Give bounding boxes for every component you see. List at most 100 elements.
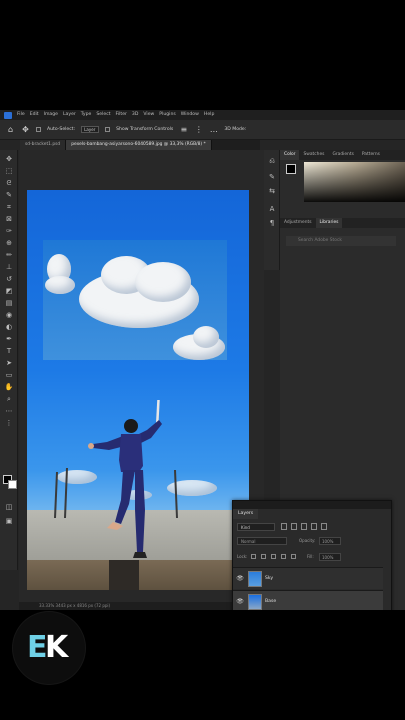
- stamp-icon[interactable]: ⊥: [4, 262, 14, 272]
- smart-object-filter-icon[interactable]: [321, 523, 327, 530]
- layers-panel-header[interactable]: [233, 501, 391, 509]
- layer-row-base[interactable]: 👁 Base: [233, 590, 383, 610]
- opacity-input[interactable]: 100%: [319, 537, 341, 545]
- layer-kind-filter[interactable]: Kind: [237, 523, 275, 531]
- menu-view[interactable]: View: [143, 110, 154, 120]
- blur-icon[interactable]: ◉: [4, 310, 14, 320]
- shape-icon[interactable]: ▭: [4, 370, 14, 380]
- frame-icon[interactable]: ⊠: [4, 214, 14, 224]
- pixel-filter-icon[interactable]: [281, 523, 287, 530]
- shape-filter-icon[interactable]: [311, 523, 317, 530]
- cloud: [135, 262, 191, 302]
- pen-icon[interactable]: ✒: [4, 334, 14, 344]
- menu-edit[interactable]: Edit: [30, 110, 39, 120]
- lasso-icon[interactable]: ᘓ: [4, 178, 14, 188]
- tab-adjustments[interactable]: Adjustments: [280, 218, 316, 228]
- properties-icon[interactable]: ⇆: [267, 186, 277, 196]
- lock-all-icon[interactable]: [291, 554, 296, 559]
- crop-icon[interactable]: ⌗: [4, 202, 14, 212]
- blend-mode-dropdown[interactable]: Normal: [237, 537, 287, 545]
- lock-transparency-icon[interactable]: [251, 554, 256, 559]
- opacity-label: Opacity:: [299, 538, 316, 543]
- history-brush-icon[interactable]: ↺: [4, 274, 14, 284]
- video-frame: File Edit Image Layer Type Select Filter…: [0, 0, 405, 720]
- tab-document-2[interactable]: pexels-bambang-asiyarsono-6040589.jpg @ …: [66, 140, 212, 150]
- tools-panel: ✥ ⬚ ᘓ ✎ ⌗ ⊠ ✑ ⊕ ✏ ⊥ ↺ ◩ ▤ ◉ ◐ ✒ T ➤ ▭ ✋ …: [0, 150, 18, 570]
- distribute-icon[interactable]: ⋮: [194, 125, 203, 134]
- menu-plugins[interactable]: Plugins: [159, 110, 175, 120]
- auto-select-checkbox[interactable]: [36, 127, 41, 132]
- menu-filter[interactable]: Filter: [116, 110, 127, 120]
- tab-layers[interactable]: Layers: [233, 509, 259, 519]
- color-panel-foreground-swatch[interactable]: [286, 164, 296, 174]
- visibility-eye-icon[interactable]: 👁: [236, 598, 244, 606]
- paragraph-icon[interactable]: ¶: [267, 218, 277, 228]
- screen-mode-icon[interactable]: ▣: [4, 516, 14, 526]
- lock-pixels-icon[interactable]: [261, 554, 266, 559]
- eraser-icon[interactable]: ◩: [4, 286, 14, 296]
- menu-select[interactable]: Select: [96, 110, 110, 120]
- dodge-icon[interactable]: ◐: [4, 322, 14, 332]
- menu-help[interactable]: Help: [204, 110, 214, 120]
- menu-file[interactable]: File: [17, 110, 25, 120]
- adjustment-filter-icon[interactable]: [291, 523, 297, 530]
- document-canvas[interactable]: [27, 190, 249, 590]
- tab-document-1[interactable]: sd-bracket1.psd: [20, 140, 67, 150]
- tab-libraries[interactable]: Libraries: [315, 218, 343, 228]
- brush-icon[interactable]: ✏: [4, 250, 14, 260]
- transform-controls-checkbox[interactable]: [105, 127, 111, 132]
- foreground-background-colors[interactable]: [3, 475, 17, 489]
- background-color-swatch[interactable]: [8, 480, 17, 489]
- menu-3d[interactable]: 3D: [132, 110, 138, 120]
- brush-settings-icon[interactable]: ✎: [267, 172, 277, 182]
- options-bar: ⌂ ✥ Auto-Select: Layer Show Transform Co…: [0, 120, 405, 140]
- lock-position-icon[interactable]: [271, 554, 276, 559]
- tab-patterns[interactable]: Patterns: [358, 150, 384, 160]
- layers-panel: Layers Kind Normal Opacity: 100% Lock: F…: [232, 500, 392, 610]
- panel-icon-strip: ⎌ ✎ ⇆ A ¶: [264, 150, 280, 270]
- type-filter-icon[interactable]: [301, 523, 307, 530]
- fill-input[interactable]: 100%: [319, 553, 341, 561]
- sky-layer-selection[interactable]: [43, 240, 227, 360]
- menu-layer[interactable]: Layer: [63, 110, 76, 120]
- align-icon[interactable]: ≡: [179, 125, 188, 134]
- layer-name[interactable]: Sky: [265, 575, 273, 583]
- pedestal-block: [109, 560, 139, 590]
- path-select-icon[interactable]: ➤: [4, 358, 14, 368]
- auto-select-dropdown[interactable]: Layer: [81, 126, 100, 133]
- character-icon[interactable]: A: [267, 204, 277, 214]
- lock-icons: [251, 554, 296, 559]
- marquee-icon[interactable]: ⬚: [4, 166, 14, 176]
- hand-icon[interactable]: ✋: [4, 382, 14, 392]
- edit-toolbar-icon[interactable]: ⋮: [4, 418, 14, 428]
- type-icon[interactable]: T: [4, 346, 14, 356]
- zoom-icon[interactable]: ⌕: [4, 394, 14, 404]
- logo-letter-k: K: [45, 630, 69, 665]
- tab-gradients[interactable]: Gradients: [328, 150, 357, 160]
- visibility-eye-icon[interactable]: 👁: [236, 575, 244, 583]
- menu-type[interactable]: Type: [81, 110, 92, 120]
- more-tools-icon[interactable]: ⋯: [4, 406, 14, 416]
- layer-row-sky[interactable]: 👁 Sky: [233, 567, 383, 589]
- canvas-area[interactable]: [19, 150, 264, 610]
- libraries-search-input[interactable]: Search Adobe Stock: [286, 236, 396, 246]
- more-icon[interactable]: …: [209, 125, 218, 134]
- history-panel-icon[interactable]: ⎌: [267, 156, 277, 166]
- color-picker-field[interactable]: [304, 162, 405, 202]
- eyedropper-icon[interactable]: ✑: [4, 226, 14, 236]
- auto-select-label: Auto-Select:: [47, 127, 76, 132]
- home-icon[interactable]: ⌂: [6, 125, 15, 134]
- move-tool-icon[interactable]: ✥: [21, 125, 30, 134]
- layer-name[interactable]: Base: [265, 598, 276, 606]
- cloud: [45, 276, 75, 294]
- lock-artboard-icon[interactable]: [281, 554, 286, 559]
- menu-image[interactable]: Image: [44, 110, 58, 120]
- move-icon[interactable]: ✥: [4, 154, 14, 164]
- menu-window[interactable]: Window: [181, 110, 199, 120]
- tab-color[interactable]: Color: [280, 150, 300, 160]
- healing-icon[interactable]: ⊕: [4, 238, 14, 248]
- tab-swatches[interactable]: Swatches: [299, 150, 328, 160]
- quick-select-icon[interactable]: ✎: [4, 190, 14, 200]
- quick-mask-icon[interactable]: ◫: [4, 502, 14, 512]
- gradient-icon[interactable]: ▤: [4, 298, 14, 308]
